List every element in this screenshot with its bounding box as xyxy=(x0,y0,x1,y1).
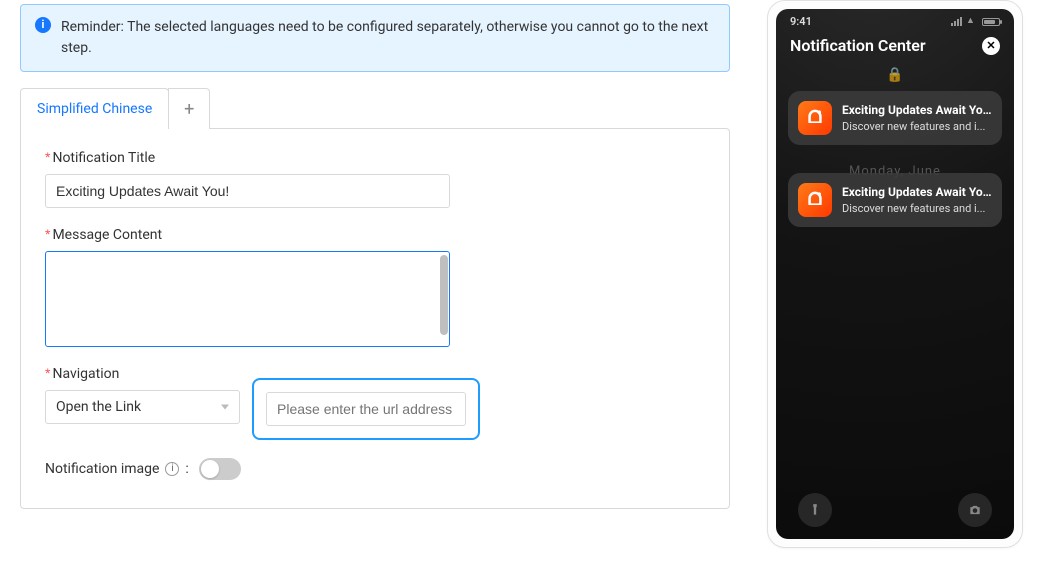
status-time: 9:41 xyxy=(790,15,812,28)
notification-card: Exciting Updates Await You! Discover new… xyxy=(788,91,1002,145)
notification-title-input[interactable] xyxy=(45,174,450,208)
battery-icon xyxy=(982,18,1000,26)
message-content-label-text: Message Content xyxy=(52,227,162,243)
wifi-icon xyxy=(966,17,978,26)
status-bar: 9:41 xyxy=(776,9,1014,28)
phone-preview: 9:41 Notification Center ✕ 🔒 xyxy=(767,0,1023,548)
notification-title-label: *Notification Title xyxy=(45,149,705,166)
add-language-tab[interactable]: + xyxy=(168,88,210,129)
tab-simplified-chinese[interactable]: Simplified Chinese xyxy=(20,88,169,129)
notification-card: Exciting Updates Await You! Discover new… xyxy=(788,173,1002,227)
colon: : xyxy=(185,461,188,477)
phone-screen: 9:41 Notification Center ✕ 🔒 xyxy=(776,9,1014,539)
chevron-down-icon xyxy=(221,405,229,410)
url-input-highlight xyxy=(252,378,480,440)
signal-icon xyxy=(951,17,962,26)
url-input[interactable] xyxy=(266,392,466,426)
app-icon xyxy=(798,101,832,135)
language-tabs: Simplified Chinese + xyxy=(20,88,730,129)
reminder-banner: i Reminder: The selected languages need … xyxy=(20,4,730,72)
app-icon xyxy=(798,183,832,217)
tab-panel: *Notification Title *Message Content *Na… xyxy=(20,128,730,509)
notification-body: Discover new features and i... xyxy=(842,202,992,215)
notification-title: Exciting Updates Await You! xyxy=(842,103,992,117)
navigation-select[interactable]: Open the Link xyxy=(45,390,240,424)
notification-image-toggle[interactable] xyxy=(199,458,241,480)
message-content-input[interactable] xyxy=(45,251,450,347)
notification-body: Discover new features and i... xyxy=(842,120,992,133)
required-asterisk: * xyxy=(45,365,50,381)
lock-icon: 🔒 xyxy=(886,67,903,83)
message-content-label: *Message Content xyxy=(45,226,705,243)
close-icon[interactable]: ✕ xyxy=(982,37,1000,55)
toggle-knob xyxy=(201,460,219,478)
info-icon: i xyxy=(35,17,51,33)
notification-image-label: Notification image xyxy=(45,461,159,477)
reminder-text: Reminder: The selected languages need to… xyxy=(61,17,715,59)
notification-title-label-text: Notification Title xyxy=(52,150,155,166)
navigation-label-text: Navigation xyxy=(52,366,119,382)
help-icon[interactable]: i xyxy=(165,462,179,476)
navigation-select-value: Open the Link xyxy=(56,399,141,415)
scrollbar-thumb[interactable] xyxy=(440,255,448,335)
required-asterisk: * xyxy=(45,226,50,242)
notification-title: Exciting Updates Await You! xyxy=(842,185,992,199)
notification-center-title: Notification Center xyxy=(790,36,926,55)
required-asterisk: * xyxy=(45,149,50,165)
camera-icon xyxy=(958,493,992,527)
flashlight-icon xyxy=(798,493,832,527)
